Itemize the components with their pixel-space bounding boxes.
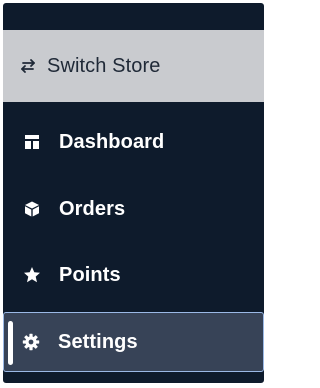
sidebar-item-label: Dashboard xyxy=(59,130,165,153)
dashboard-icon xyxy=(23,133,41,151)
sidebar-item-dashboard[interactable]: Dashboard xyxy=(3,112,264,172)
gear-icon xyxy=(22,333,40,351)
sidebar-item-orders[interactable]: Orders xyxy=(3,179,264,239)
cube-icon xyxy=(23,200,41,218)
sidebar-item-label: Settings xyxy=(58,330,138,353)
sidebar-item-label: Points xyxy=(59,263,121,286)
switch-store-label: Switch Store xyxy=(47,54,161,77)
active-indicator xyxy=(8,321,13,365)
sidebar-item-settings[interactable]: Settings xyxy=(3,312,264,372)
sidebar-item-label: Orders xyxy=(59,197,126,220)
star-icon xyxy=(23,266,41,284)
arrows-left-right-icon xyxy=(19,57,37,75)
sidebar-item-points[interactable]: Points xyxy=(3,245,264,305)
switch-store-button[interactable]: Switch Store xyxy=(3,30,264,102)
sidebar: Switch Store Dashboard Orders Points Set… xyxy=(0,0,267,388)
